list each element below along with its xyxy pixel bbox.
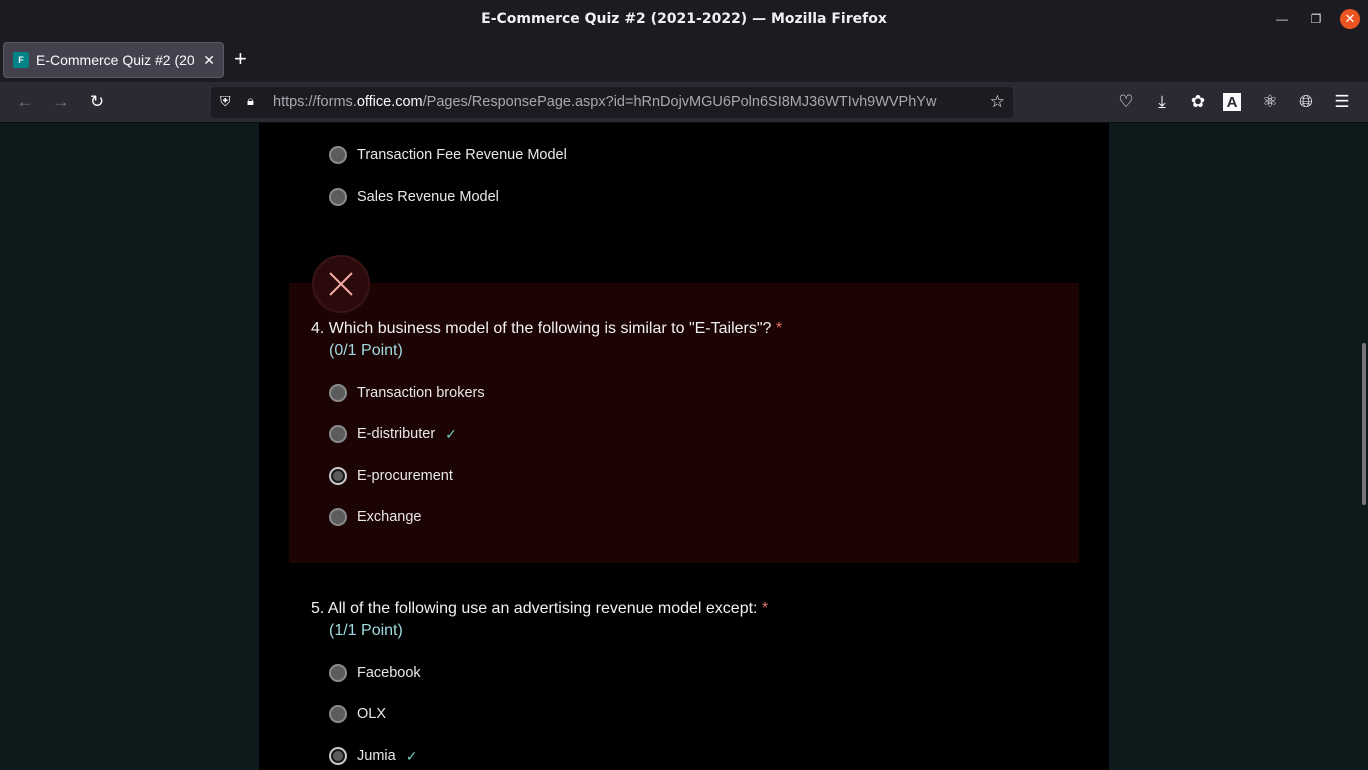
choice-label: E-distributer	[357, 426, 436, 442]
tab-label: E-Commerce Quiz #2 (2021-2022)	[36, 52, 194, 68]
radio-button[interactable]	[329, 425, 347, 443]
question-number: 5.	[311, 600, 325, 617]
pocket-icon[interactable]: ♡	[1115, 91, 1137, 113]
extension-gnome-icon[interactable]: ✿	[1187, 91, 1209, 113]
form-panel: Transaction Fee Revenue Model Sales Reve…	[259, 123, 1109, 770]
choice-label: Transaction Fee Revenue Model	[357, 147, 567, 163]
downloads-icon[interactable]: ⤓	[1151, 91, 1173, 113]
lock-icon[interactable]: 🔒︎	[247, 93, 254, 109]
q4-choice-transaction-brokers[interactable]: Transaction brokers	[329, 384, 485, 402]
forms-favicon-icon: F	[13, 52, 29, 68]
menu-hamburger-icon[interactable]: ☰	[1331, 91, 1353, 113]
question-number: 4.	[311, 320, 325, 337]
choice-label: Jumia	[357, 748, 396, 764]
radio-button-selected[interactable]	[329, 747, 347, 765]
radio-button[interactable]	[329, 384, 347, 402]
url-text[interactable]: https://forms.office.com/Pages/ResponseP…	[273, 94, 981, 110]
radio-button[interactable]	[329, 508, 347, 526]
minimize-icon[interactable]: —	[1272, 9, 1292, 29]
back-icon[interactable]: ←	[14, 91, 36, 113]
window-titlebar: E-Commerce Quiz #2 (2021-2022) — Mozilla…	[0, 0, 1368, 38]
translate-globe-icon[interactable]: 🌐︎	[1295, 91, 1317, 113]
page-scrollbar[interactable]	[1362, 343, 1366, 505]
required-marker: *	[775, 320, 783, 337]
tab-quiz[interactable]: F E-Commerce Quiz #2 (2021-2022) ✕	[3, 42, 224, 78]
radio-button[interactable]	[329, 188, 347, 206]
correct-check-icon: ✓	[405, 747, 418, 764]
maximize-icon[interactable]: ❐	[1306, 9, 1326, 29]
incorrect-x-icon	[312, 255, 370, 313]
choice-label: E-procurement	[357, 468, 453, 484]
q4-choice-e-procurement[interactable]: E-procurement	[329, 467, 453, 485]
new-tab-icon[interactable]: +	[234, 48, 247, 70]
page-content: Transaction Fee Revenue Model Sales Reve…	[0, 123, 1368, 770]
forward-icon[interactable]: →	[50, 91, 72, 113]
question-4-title: 4. Which business model of the following…	[311, 320, 782, 338]
tab-bar: F E-Commerce Quiz #2 (2021-2022) ✕ +	[0, 38, 1368, 82]
tracking-protection-icon[interactable]: ⛨	[220, 93, 231, 110]
radio-button[interactable]	[329, 705, 347, 723]
choice-label: OLX	[357, 706, 387, 722]
url-bar[interactable]: ⛨ 🔒︎ https://forms.office.com/Pages/Resp…	[211, 87, 1013, 118]
font-extension-icon[interactable]: A	[1223, 93, 1241, 111]
required-marker: *	[761, 600, 769, 617]
radio-button[interactable]	[329, 146, 347, 164]
question-text: All of the following use an advertising …	[327, 600, 758, 617]
question-5-title: 5. All of the following use an advertisi…	[311, 600, 768, 618]
radio-button[interactable]	[329, 664, 347, 682]
close-window-icon[interactable]: ✕	[1340, 9, 1360, 29]
question-4-points: (0/1 Point)	[329, 342, 403, 359]
q5-choice-facebook[interactable]: Facebook	[329, 664, 421, 682]
correct-check-icon: ✓	[445, 425, 457, 442]
choice-label: Facebook	[357, 665, 421, 681]
question-5-points: (1/1 Point)	[329, 622, 403, 639]
reload-icon[interactable]: ↻	[86, 91, 108, 113]
window-title: E-Commerce Quiz #2 (2021-2022) — Mozilla…	[481, 11, 887, 27]
q4-choice-e-distributer[interactable]: E-distributer ✓	[329, 425, 457, 443]
q4-choice-exchange[interactable]: Exchange	[329, 508, 422, 526]
q3-choice-transaction-fee[interactable]: Transaction Fee Revenue Model	[329, 146, 567, 164]
choice-label: Transaction brokers	[357, 385, 485, 401]
react-devtools-icon[interactable]: ⚛	[1259, 91, 1281, 113]
q3-choice-sales-revenue[interactable]: Sales Revenue Model	[329, 188, 499, 206]
q5-choice-jumia[interactable]: Jumia ✓	[329, 747, 417, 765]
radio-button-selected[interactable]	[329, 467, 347, 485]
question-text: Which business model of the following is…	[328, 320, 772, 337]
bookmark-star-icon[interactable]: ☆	[990, 92, 1005, 112]
choice-label: Exchange	[357, 509, 422, 525]
window-controls: — ❐ ✕	[1272, 0, 1360, 38]
tab-close-icon[interactable]: ✕	[203, 52, 215, 69]
q5-choice-olx[interactable]: OLX	[329, 705, 386, 723]
choice-label: Sales Revenue Model	[357, 189, 499, 205]
navigation-toolbar: ← → ↻ ⛨ 🔒︎ https://forms.office.com/Page…	[0, 82, 1368, 123]
